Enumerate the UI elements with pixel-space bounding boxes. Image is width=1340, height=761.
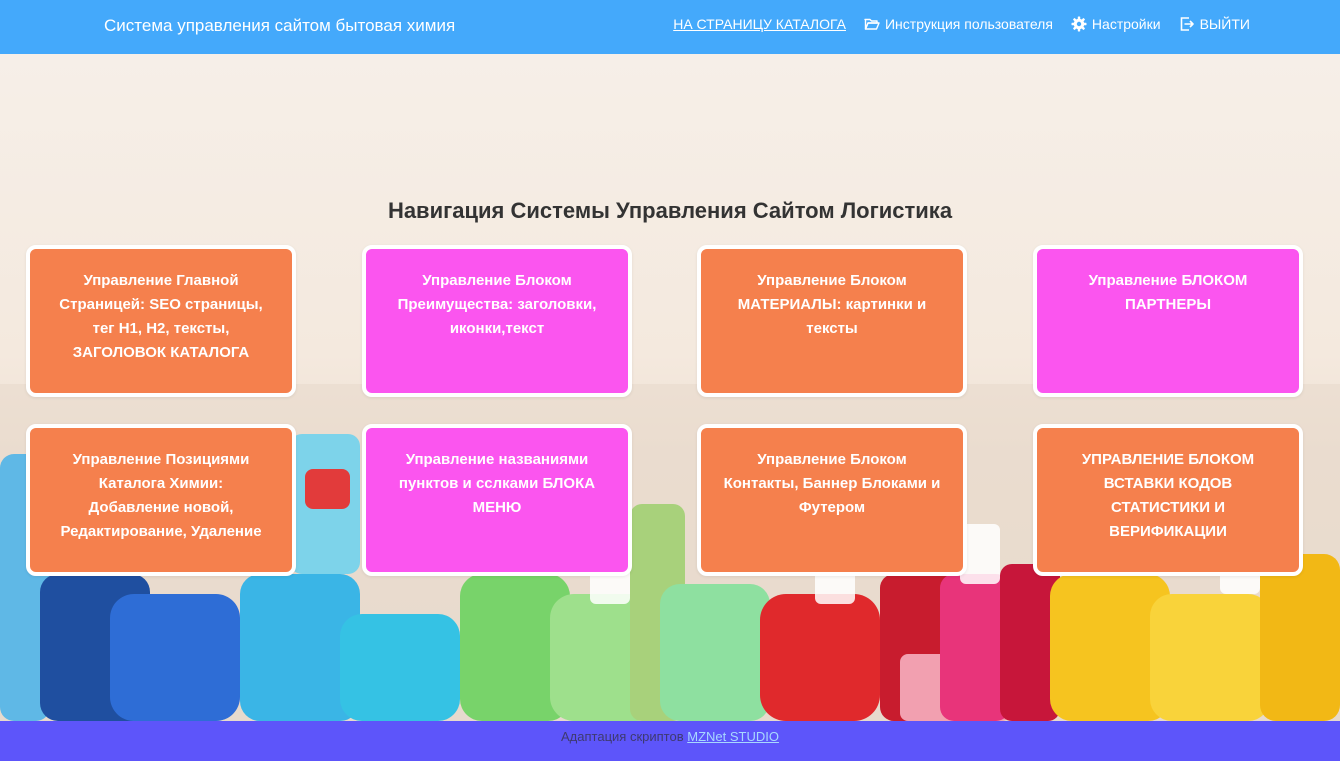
footer-text: Адаптация скриптов <box>561 729 684 744</box>
settings-link[interactable]: Настройки <box>1071 16 1161 32</box>
card-statistics-codes[interactable]: УПРАВЛЕНИЕ БЛОКОМ ВСТАВКИ КОДОВ СТАТИСТИ… <box>1033 424 1303 576</box>
folder-open-icon <box>864 18 880 30</box>
card-catalog-positions[interactable]: Управление Позициями Каталога Химии: Доб… <box>26 424 296 576</box>
card-menu-items[interactable]: Управление названиями пунктов и сслками … <box>362 424 632 576</box>
site-brand[interactable]: Система управления сайтом бытовая химия <box>104 16 455 36</box>
top-nav: НА СТРАНИЦУ КАТАЛОГА Инструкция пользова… <box>673 16 1250 32</box>
card-contacts-footer[interactable]: Управление Блоком Контакты, Баннер Блока… <box>697 424 967 576</box>
sign-out-icon <box>1180 17 1194 31</box>
gear-icon <box>1071 16 1087 32</box>
user-manual-link[interactable]: Инструкция пользователя <box>864 16 1053 32</box>
logout-link[interactable]: ВЫЙТИ <box>1179 16 1250 32</box>
footer: Адаптация скриптов MZNet STUDIO <box>0 721 1340 761</box>
card-advantages[interactable]: Управление Блоком Преимущества: заголовк… <box>362 245 632 397</box>
logout-label: ВЫЙТИ <box>1199 16 1250 32</box>
card-materials[interactable]: Управление Блоком МАТЕРИАЛЫ: картинки и … <box>697 245 967 397</box>
settings-label: Настройки <box>1091 16 1161 32</box>
top-navbar: Система управления сайтом бытовая химия … <box>0 0 1340 54</box>
footer-studio-link[interactable]: MZNet STUDIO <box>687 729 779 744</box>
page-title: Навигация Системы Управления Сайтом Логи… <box>387 198 953 223</box>
user-manual-label: Инструкция пользователя <box>884 16 1053 32</box>
card-main-page[interactable]: Управление Главной Страницей: SEO страни… <box>26 245 296 397</box>
catalog-link[interactable]: НА СТРАНИЦУ КАТАЛОГА <box>673 16 846 32</box>
card-partners[interactable]: Управление БЛОКОМ ПАРТНЕРЫ <box>1033 245 1303 397</box>
